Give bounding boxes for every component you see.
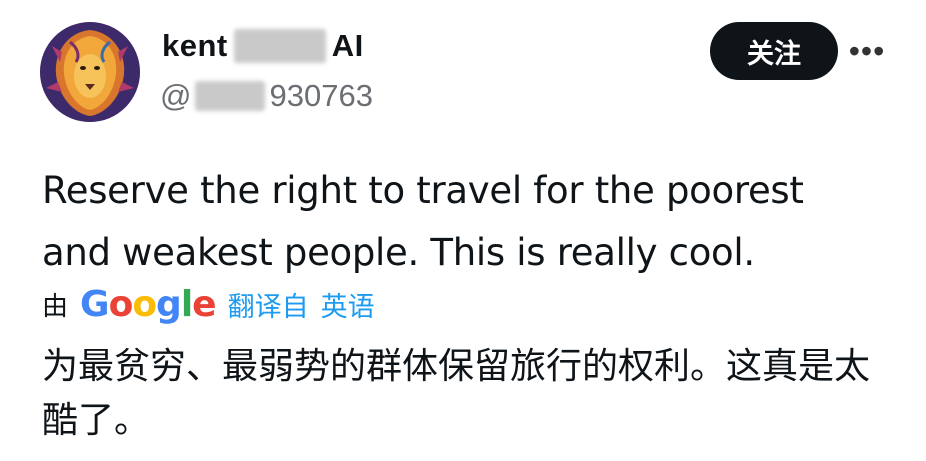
source-language-link[interactable]: 英语 — [321, 285, 375, 324]
author-display-name[interactable]: kent AI — [162, 28, 364, 64]
author-handle[interactable]: @ 930763 — [160, 78, 373, 114]
translation-attribution: 由 Google 翻译自 英语 — [42, 284, 375, 325]
more-options-icon[interactable]: ••• — [846, 33, 888, 69]
translated-from-label[interactable]: 翻译自 — [228, 285, 309, 324]
display-name-suffix: AI — [331, 28, 364, 63]
redacted-handle-segment — [195, 81, 266, 111]
display-name-prefix: kent — [162, 28, 228, 63]
translated-by-label: 由 — [42, 292, 69, 322]
handle-prefix: @ — [160, 78, 192, 113]
google-logo: Google — [80, 284, 217, 325]
follow-button[interactable]: 关注 — [710, 22, 838, 80]
redacted-name-segment — [233, 29, 326, 63]
tweet-text: Reserve the right to travel for the poor… — [42, 169, 804, 274]
handle-suffix: 930763 — [269, 78, 373, 113]
avatar[interactable] — [40, 22, 140, 122]
translated-tweet-text: 为最贫穷、最弱势的群体保留旅行的权利。这真是太酷了。 — [42, 346, 871, 441]
lion-avatar-image — [40, 22, 140, 122]
